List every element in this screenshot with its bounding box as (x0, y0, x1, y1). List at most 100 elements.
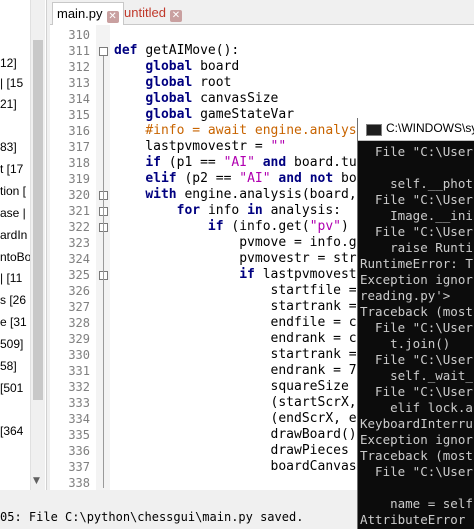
line-number: 311 (68, 44, 90, 58)
code-token: squareSize (114, 379, 349, 394)
code-token: global (145, 107, 201, 122)
code-token: (info.get( (231, 219, 310, 234)
console-line: name = self (360, 496, 473, 511)
code-token: gameStateVar (200, 107, 295, 122)
line-number: 318 (68, 156, 90, 170)
code-token: info (207, 203, 248, 218)
code-token: for (176, 203, 208, 218)
console-title-bar[interactable]: C:\WINDOWS\sy (358, 118, 474, 141)
code-line: endfile = c (114, 315, 357, 331)
file-tree-item[interactable]: e [31 (0, 315, 27, 329)
code-token: endfile = c (114, 315, 357, 330)
code-token: global (145, 75, 201, 90)
console-line: Image.__ini (360, 208, 473, 223)
file-tree-item[interactable]: 21] (0, 97, 17, 111)
file-tree-item[interactable]: | [15 (0, 76, 23, 90)
file-tree-item[interactable]: 12] (0, 56, 17, 70)
code-token: (p1 == (168, 155, 224, 170)
code-token: and not (278, 171, 342, 186)
vertical-scrollbar[interactable]: ▼ (30, 0, 45, 490)
status-bar: 05: File C:\python\chessgui\main.py save… (0, 505, 357, 529)
file-tree-item[interactable]: ntoBo (0, 250, 31, 264)
line-number: 310 (68, 28, 90, 42)
tab-untitled[interactable]: untitled ✕ (120, 2, 186, 24)
file-tree-panel[interactable]: 12] | [15 21] 83] t [17 tion [ ase | ardIn ntoBo… (0, 0, 47, 490)
console-line: KeyboardInterru (360, 416, 473, 431)
code-token: endrank = c (114, 331, 357, 346)
console-line: File "C:\User (360, 144, 473, 159)
file-tree-item[interactable]: s [26 (0, 293, 26, 307)
code-token: if (145, 155, 169, 170)
line-number: 329 (68, 332, 90, 346)
close-tab-icon[interactable]: ✕ (106, 11, 119, 23)
console-line: AttributeError (360, 512, 466, 527)
line-number: 314 (68, 92, 90, 106)
console-title: C:\WINDOWS\sy (386, 121, 474, 135)
console-line: self.__phot (360, 176, 473, 191)
close-tab-icon[interactable]: ✕ (169, 10, 182, 22)
code-token: getAIMove(): (145, 43, 240, 58)
code-token: def (114, 43, 146, 58)
code-token: "" (270, 139, 287, 154)
file-tree-item[interactable]: 509] (0, 337, 23, 351)
code-token: lastpvmovestr = (114, 139, 271, 154)
file-tree-item[interactable]: 58] (0, 359, 17, 373)
line-number: 316 (68, 124, 90, 138)
file-tree-item[interactable]: 83] (0, 140, 17, 154)
line-number: 312 (68, 60, 90, 74)
fold-guide-line (103, 56, 104, 488)
file-tree-item[interactable]: [501 (0, 381, 23, 395)
code-line: (startScrX, (114, 395, 357, 411)
code-token: pvmove = info.g (114, 235, 357, 250)
code-token: global (145, 91, 201, 106)
line-number: 330 (68, 348, 90, 362)
code-line: global root (114, 75, 231, 91)
code-line: global gameStateVar (114, 107, 294, 123)
code-line: with engine.analysis(board, (114, 187, 356, 203)
code-line: endrank = c (114, 331, 357, 347)
console-line: File "C:\User (360, 192, 473, 207)
tab-bar: main.py ✕ untitled ✕ (50, 0, 474, 25)
code-line: elif (p2 == "AI" and not bo (114, 171, 356, 187)
fold-margin[interactable] (96, 25, 110, 490)
console-line: File "C:\User (360, 320, 473, 335)
scroll-down-icon[interactable]: ▼ (33, 476, 40, 486)
line-number: 337 (68, 460, 90, 474)
line-number: 338 (68, 476, 90, 490)
code-token: with (145, 187, 185, 202)
file-tree-item[interactable]: t [17 (0, 162, 23, 176)
console-line: File "C:\User (360, 352, 473, 367)
file-tree-item[interactable]: ardIn (0, 228, 27, 242)
file-tree-item[interactable]: tion [ (0, 184, 26, 198)
file-tree-item[interactable]: ase | (0, 206, 26, 220)
code-line: if lastpvmovest (114, 267, 356, 283)
line-number: 317 (68, 140, 90, 154)
console-line: Exception ignor (360, 432, 473, 447)
code-token: root (200, 75, 232, 90)
code-token: if (207, 219, 232, 234)
tab-main-py[interactable]: main.py ✕ (52, 2, 124, 25)
line-number: 336 (68, 444, 90, 458)
fold-toggle-icon[interactable] (99, 47, 108, 56)
scrollbar-thumb[interactable] (33, 40, 43, 400)
file-tree-item[interactable]: [364 (0, 424, 23, 438)
console-window[interactable]: C:\WINDOWS\sy File "C:\User self.__phot … (357, 118, 474, 529)
code-token: endrank = 7 (114, 363, 357, 378)
file-tree-item[interactable]: | [11 (0, 271, 22, 285)
code-token: analysis: (270, 203, 342, 218)
code-token: #info = await engine.analysis (145, 123, 373, 138)
code-token: startrank = (114, 299, 357, 314)
code-token: and (262, 155, 295, 170)
line-number: 319 (68, 172, 90, 186)
code-line: pvmove = info.g (114, 235, 357, 251)
code-line: (endScrX, e (114, 411, 357, 427)
line-number: 321 (68, 204, 90, 218)
code-line: endrank = 7 (114, 363, 357, 379)
console-app-icon (366, 124, 382, 136)
code-line: for info in analysis: (114, 203, 341, 219)
code-token: board.tu (294, 155, 357, 170)
